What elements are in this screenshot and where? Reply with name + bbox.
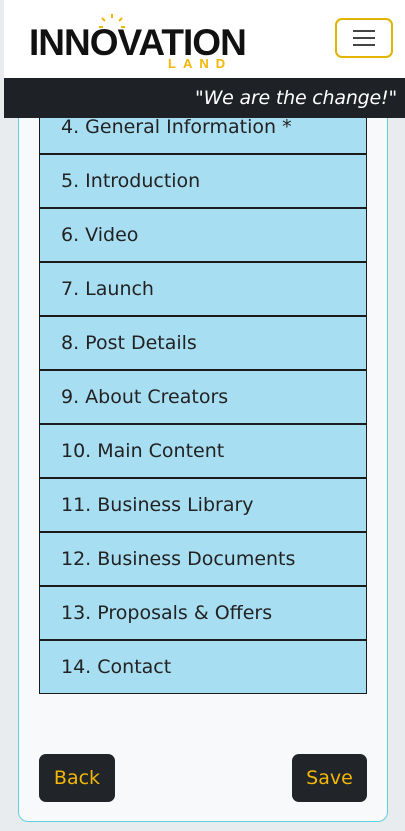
step-item-launch[interactable]: 7. Launch: [39, 262, 367, 316]
step-label: 7. Launch: [61, 278, 154, 300]
logo-sub-text: LAND: [168, 56, 233, 71]
step-label: 9. About Creators: [61, 386, 229, 408]
innovation-land-logo[interactable]: INNOVATION LAND: [26, 14, 247, 74]
step-item-video[interactable]: 6. Video: [39, 208, 367, 262]
step-item-about-creators[interactable]: 9. About Creators: [39, 370, 367, 424]
step-item-contact[interactable]: 14. Contact: [39, 640, 367, 694]
step-label: 11. Business Library: [61, 494, 254, 516]
step-label: 14. Contact: [61, 656, 172, 678]
step-item-post-details[interactable]: 8. Post Details: [39, 316, 367, 370]
step-item-business-documents[interactable]: 12. Business Documents: [39, 532, 367, 586]
back-button[interactable]: Back: [39, 754, 115, 802]
step-label: 12. Business Documents: [61, 548, 296, 570]
step-list: 4. General Information * 5. Introduction…: [39, 100, 367, 694]
hamburger-icon: [353, 30, 375, 46]
menu-toggle-button[interactable]: [335, 18, 393, 58]
tagline-bar: "We are the change!": [4, 78, 405, 118]
step-label: 5. Introduction: [61, 170, 201, 192]
step-label: 10. Main Content: [61, 440, 225, 462]
tagline-text: "We are the change!": [195, 87, 397, 109]
step-item-business-library[interactable]: 11. Business Library: [39, 478, 367, 532]
step-label: 6. Video: [61, 224, 139, 246]
step-item-main-content[interactable]: 10. Main Content: [39, 424, 367, 478]
step-item-introduction[interactable]: 5. Introduction: [39, 154, 367, 208]
step-item-proposals-offers[interactable]: 13. Proposals & Offers: [39, 586, 367, 640]
site-header: INNOVATION LAND "We are the change!": [4, 0, 405, 118]
save-button[interactable]: Save: [292, 754, 367, 802]
step-label: 13. Proposals & Offers: [61, 602, 273, 624]
step-label: 4. General Information *: [61, 115, 292, 138]
lightbulb-icon: [99, 14, 125, 28]
step-label: 8. Post Details: [61, 332, 197, 354]
